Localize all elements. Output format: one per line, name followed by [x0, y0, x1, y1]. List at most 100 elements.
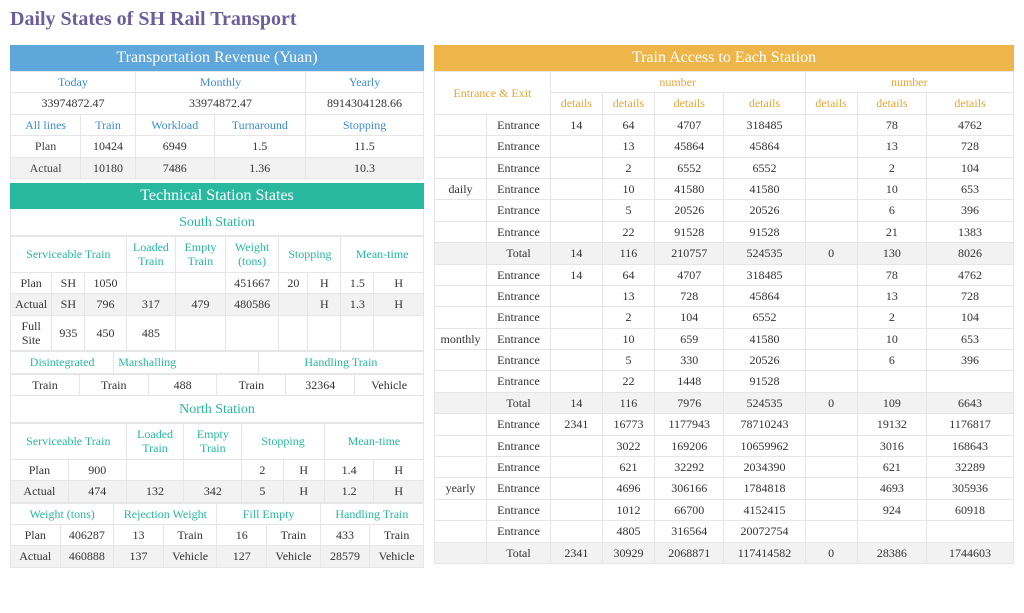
cell: 104: [927, 307, 1014, 328]
cell: 1744603: [927, 542, 1014, 563]
cell: 32289: [927, 457, 1014, 478]
period-blank: [435, 221, 487, 242]
period-blank: [435, 392, 487, 413]
lbl-fullsite: Full Site: [11, 315, 52, 351]
cell: 45864: [724, 136, 805, 157]
cell: [805, 328, 857, 349]
cell: [805, 435, 857, 456]
period-label: daily: [435, 178, 487, 199]
cell: 1050: [85, 272, 126, 293]
period-blank: [435, 542, 487, 563]
hdr-workload: Workload: [135, 114, 214, 135]
cell: [550, 157, 602, 178]
entry-label: Entrance: [487, 264, 551, 285]
cell: 0: [805, 392, 857, 413]
cell: 45864: [724, 285, 805, 306]
cell: 6552: [724, 157, 805, 178]
hdr-weight: Weight (tons): [11, 503, 114, 524]
cell: [550, 435, 602, 456]
cell: 796: [85, 294, 126, 315]
cell: 330: [655, 350, 724, 371]
cell: 10: [857, 178, 926, 199]
cell: [805, 307, 857, 328]
cell: 14: [550, 243, 602, 264]
cell: 20072754: [724, 521, 805, 542]
cell: SH: [52, 294, 85, 315]
val-yearly: 8914304128.66: [306, 93, 424, 114]
cell: 1.2: [324, 481, 374, 502]
south-station-label: South Station: [10, 209, 424, 236]
entry-label: Entrance: [487, 478, 551, 499]
cell: [857, 521, 926, 542]
cell: 10: [602, 178, 654, 199]
cell: 1784818: [724, 478, 805, 499]
north-table-2: Weight (tons) Rejection Weight Fill Empt…: [10, 503, 424, 568]
hdr-details: details: [602, 93, 654, 114]
cell: 479: [176, 294, 226, 315]
cell: 2034390: [724, 457, 805, 478]
cell: 4696: [602, 478, 654, 499]
hdr-stopping: Stopping: [279, 236, 341, 272]
cell: 524535: [724, 243, 805, 264]
hdr-details: details: [857, 93, 926, 114]
access-table: Entrance & Exit number number details de…: [434, 71, 1014, 564]
period-blank: [435, 285, 487, 306]
cell: [550, 136, 602, 157]
total-label: Total: [487, 243, 551, 264]
cell: 4762: [927, 264, 1014, 285]
cell: 14: [550, 264, 602, 285]
cell: 316564: [655, 521, 724, 542]
cell: [805, 157, 857, 178]
cell: 91528: [724, 371, 805, 392]
cell: 60918: [927, 499, 1014, 520]
lbl-actual: Actual: [11, 481, 69, 502]
cell: 1.5: [214, 136, 306, 157]
cell: 21: [857, 221, 926, 242]
cell: 104: [655, 307, 724, 328]
cell: [550, 221, 602, 242]
period-blank: [435, 200, 487, 221]
lbl-plan: Plan: [11, 525, 61, 546]
cell: 924: [857, 499, 926, 520]
cell: 3022: [602, 435, 654, 456]
hdr-today: Today: [11, 72, 136, 93]
hdr-loaded: Loaded Train: [126, 236, 176, 272]
period-blank: [435, 307, 487, 328]
entry-label: Entrance: [487, 178, 551, 199]
period-label: yearly: [435, 478, 487, 499]
cell: SH: [52, 272, 85, 293]
cell: 10424: [81, 136, 136, 157]
cell: 6: [857, 200, 926, 221]
cell: Vehicle: [163, 546, 217, 567]
cell: 116: [602, 243, 654, 264]
cell: 7976: [655, 392, 724, 413]
cell: 0: [805, 542, 857, 563]
cell: 10.3: [306, 157, 424, 178]
cell: 6552: [655, 157, 724, 178]
cell: 451667: [225, 272, 279, 293]
cell: 1383: [927, 221, 1014, 242]
cell: 2: [602, 157, 654, 178]
north-station-label: North Station: [10, 396, 424, 423]
hdr-handling: Handling Train: [258, 352, 423, 373]
cell: 13: [602, 285, 654, 306]
cell: 305936: [927, 478, 1014, 499]
cell: 78710243: [724, 414, 805, 435]
cell: 28386: [857, 542, 926, 563]
period-blank: [435, 435, 487, 456]
cell: 1.3: [341, 294, 374, 315]
cell: 728: [927, 136, 1014, 157]
cell: 474: [68, 481, 126, 502]
cell: [550, 285, 602, 306]
cell: 342: [184, 481, 242, 502]
period-blank: [435, 521, 487, 542]
hdr-serviceable: Serviceable Train: [11, 236, 127, 272]
period-blank: [435, 499, 487, 520]
cell: 14: [550, 392, 602, 413]
cell: 728: [655, 285, 724, 306]
cell: 117414582: [724, 542, 805, 563]
hdr-stopping: Stopping: [306, 114, 424, 135]
cell: 2341: [550, 542, 602, 563]
hdr-entexit: Entrance & Exit: [435, 72, 551, 115]
cell: 41580: [724, 178, 805, 199]
